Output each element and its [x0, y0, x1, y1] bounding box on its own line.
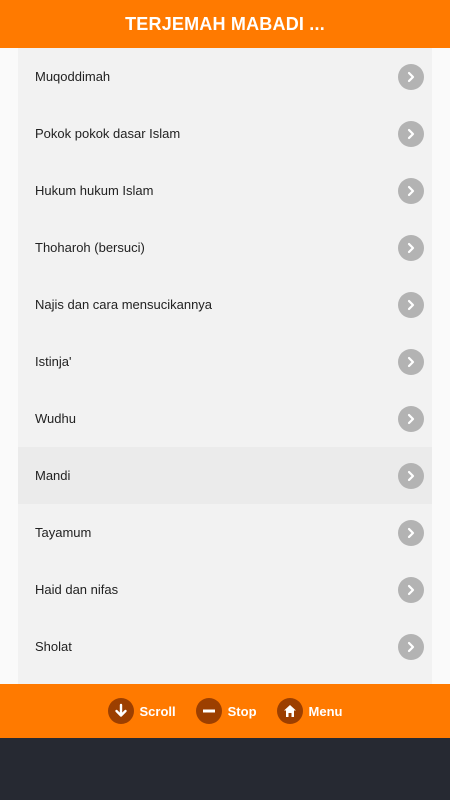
list-item[interactable]: Sholat	[18, 618, 432, 675]
chevron-right-icon[interactable]	[398, 234, 424, 261]
list-item-label: Najis dan cara mensucikannya	[35, 297, 213, 312]
list-item[interactable]: Tayamum	[18, 504, 432, 561]
stop-button[interactable]: Stop	[195, 698, 257, 724]
list-item[interactable]: Istinja'	[18, 333, 432, 390]
chevron-right-icon[interactable]	[398, 576, 424, 603]
list-item-label: Sholat	[35, 639, 72, 654]
list-item[interactable]: Haid dan nifas	[18, 561, 432, 618]
chevron-right-icon[interactable]	[398, 63, 424, 90]
chapter-list[interactable]: Muqoddimah Pokok pokok dasar Islam Hukum…	[18, 48, 432, 684]
stop-button-label: Stop	[227, 703, 257, 719]
minus-icon	[195, 698, 222, 724]
chevron-right-icon[interactable]	[398, 120, 424, 147]
list-item-label: Tayamum	[35, 525, 92, 540]
list-item[interactable]: Wudhu	[18, 390, 432, 447]
chevron-right-icon[interactable]	[398, 177, 424, 204]
scroll-button-label: Scroll	[139, 703, 176, 719]
list-item-label: Pokok pokok dasar Islam	[35, 126, 181, 141]
chevron-right-icon[interactable]	[398, 462, 424, 489]
list-item-label: Wudhu	[35, 411, 76, 426]
list-item-label: Hukum hukum Islam	[35, 183, 154, 198]
chevron-right-icon[interactable]	[398, 291, 424, 318]
menu-button-label: Menu	[308, 703, 343, 719]
list-item[interactable]: Muqoddimah	[18, 48, 432, 105]
home-icon	[276, 698, 303, 724]
bottom-toolbar: Scroll Stop Menu	[0, 684, 450, 738]
list-item[interactable]: Thoharoh (bersuci)	[18, 219, 432, 276]
menu-button[interactable]: Menu	[276, 698, 343, 724]
page-title: TERJEMAH MABADI ...	[125, 13, 325, 34]
list-item[interactable]: Najis dan cara mensucikannya	[18, 276, 432, 333]
scroll-button[interactable]: Scroll	[107, 698, 176, 724]
app-header: TERJEMAH MABADI ...	[0, 0, 450, 48]
list-item[interactable]: Pokok pokok dasar Islam	[18, 105, 432, 162]
list-item-label: Muqoddimah	[35, 69, 111, 84]
list-item-label: Haid dan nifas	[35, 582, 119, 597]
list-item-label: Thoharoh (bersuci)	[35, 240, 145, 255]
arrow-down-icon	[107, 698, 134, 724]
chevron-right-icon[interactable]	[398, 348, 424, 375]
list-item[interactable]: Hukum hukum Islam	[18, 162, 432, 219]
list-item[interactable]: Mandi	[18, 447, 432, 504]
list-item-label: Mandi	[35, 468, 71, 483]
list-item-label: Istinja'	[35, 354, 72, 369]
chevron-right-icon[interactable]	[398, 633, 424, 660]
system-navigation-bar	[0, 738, 450, 800]
chevron-right-icon[interactable]	[398, 405, 424, 432]
chevron-right-icon[interactable]	[398, 519, 424, 546]
